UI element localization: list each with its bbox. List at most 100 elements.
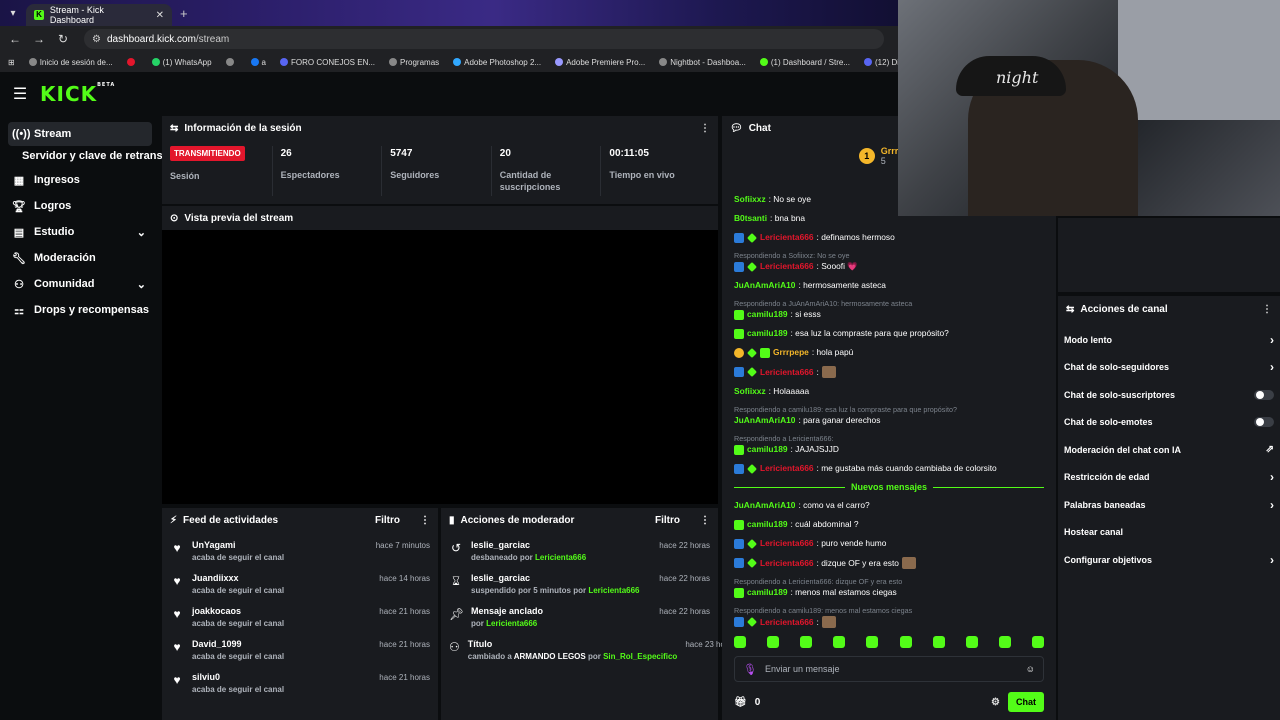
bookmark[interactable]: Adobe Photoshop 2...	[453, 58, 541, 67]
sidebar-item-logros[interactable]: 🏆︎ Logros	[8, 194, 152, 218]
chat-message[interactable]: camilu189: si esss	[734, 309, 1044, 320]
bookmark[interactable]: (1) Dashboard / Stre...	[759, 58, 850, 67]
bookmark[interactable]: (1) WhatsApp	[151, 58, 212, 67]
chat-message[interactable]: Lericienta666: puro vende humo	[734, 538, 1044, 549]
chat-message[interactable]: Lericienta666:	[734, 616, 1044, 628]
emote-icon[interactable]	[965, 636, 978, 648]
emote-icon[interactable]	[800, 636, 813, 648]
bookmark[interactable]: Nightbot - Dashboa...	[659, 58, 746, 67]
chat-message[interactable]: JuAnAmAriA10: hermosamente asteca	[734, 280, 1044, 291]
chat-message[interactable]: camilu189: JAJAJSJJD	[734, 444, 1044, 455]
site-info-icon[interactable]: ⚙	[92, 34, 101, 45]
filter-button[interactable]: Filtro	[375, 515, 400, 526]
emote-icon[interactable]	[833, 636, 846, 648]
chat-message[interactable]: Lericienta666: Sooofi 💗	[734, 261, 1044, 272]
more-options-icon[interactable]: ⋮	[420, 515, 430, 526]
sidebar-item-estudio[interactable]: ▤ Estudio ⌄	[8, 220, 152, 244]
chat-username[interactable]: camilu189	[747, 519, 788, 530]
tab-list-icon[interactable]: ▾	[0, 8, 26, 19]
emote-icon[interactable]	[767, 636, 780, 648]
more-options-icon[interactable]: ⋮	[1262, 304, 1272, 315]
bookmark[interactable]: Adobe Premiere Pro...	[555, 58, 645, 67]
chat-username[interactable]: B0tsanti	[734, 213, 767, 224]
filter-button[interactable]: Filtro	[655, 515, 680, 526]
chat-username[interactable]: Sofiixxz	[734, 386, 766, 397]
emote-icon[interactable]	[734, 636, 746, 648]
chat-message[interactable]: Lericienta666: dizque OF y era esto	[734, 557, 1044, 569]
sidebar-subitem-stream-key[interactable]: Servidor y clave de retransmisión	[22, 150, 198, 162]
action-subscribers-only[interactable]: Chat de solo-suscriptores	[1058, 381, 1280, 409]
emote-icon[interactable]	[866, 636, 879, 648]
forward-icon[interactable]: →	[32, 32, 46, 46]
menu-icon[interactable]: ☰	[0, 84, 40, 104]
toggle-switch[interactable]	[1254, 389, 1274, 400]
chat-send-button[interactable]: Chat	[1008, 692, 1044, 712]
action-emotes-only[interactable]: Chat de solo-emotes	[1058, 409, 1280, 437]
toggle-switch[interactable]	[1254, 417, 1274, 428]
bookmark[interactable]	[126, 58, 138, 66]
chat-message[interactable]: camilu189: cuál abdominal ?	[734, 519, 1044, 530]
chat-username[interactable]: Lericienta666	[760, 558, 814, 569]
close-tab-icon[interactable]: ✕	[156, 10, 164, 21]
chat-message[interactable]: Lericienta666: definamos hermoso	[734, 232, 1044, 243]
more-options-icon[interactable]: ⋮	[700, 123, 710, 134]
action-followers-only[interactable]: Chat de solo-seguidores ›	[1058, 354, 1280, 382]
chat-username[interactable]: Lericienta666	[760, 538, 814, 549]
bookmark[interactable]	[225, 58, 237, 66]
chat-username[interactable]: camilu189	[747, 309, 788, 320]
bookmark[interactable]: Inicio de sesión de...	[28, 58, 113, 67]
chat-message[interactable]: JuAnAmAriA10: para ganar derechos	[734, 415, 1044, 426]
chat-message[interactable]: Sofiixxz: Holaaaaa	[734, 386, 1044, 397]
chat-username[interactable]: Grrrpepe	[773, 347, 809, 358]
chat-username[interactable]: JuAnAmAriA10	[734, 500, 795, 511]
emoji-icon[interactable]: ☺	[1026, 664, 1035, 674]
emote-icon[interactable]	[998, 636, 1011, 648]
chat-username[interactable]: Lericienta666	[760, 463, 814, 474]
url-field[interactable]: ⚙ dashboard.kick.com/stream	[84, 29, 884, 49]
chat-message[interactable]: camilu189: esa luz la compraste para que…	[734, 328, 1044, 339]
gear-icon[interactable]: ⚙	[991, 697, 1000, 708]
chat-username[interactable]: Lericienta666	[760, 617, 814, 628]
sidebar-item-ingresos[interactable]: ▦ Ingresos	[8, 168, 152, 192]
emote-icon[interactable]	[1031, 636, 1044, 648]
bookmark[interactable]: (12) Discord | #gene...	[864, 58, 898, 67]
kick-logo[interactable]: KICKBETA	[40, 82, 115, 106]
back-icon[interactable]: ←	[8, 32, 22, 46]
chat-username[interactable]: Lericienta666	[760, 367, 814, 378]
action-host-channel[interactable]: Hostear canal	[1058, 519, 1280, 547]
sidebar-item-stream[interactable]: ((•)) Stream	[8, 122, 152, 146]
chat-input[interactable]: 🎙︎ Enviar un mensaje ☺	[734, 656, 1044, 682]
chat-message[interactable]: Lericienta666:	[734, 366, 1044, 378]
mic-icon[interactable]: 🎙︎	[743, 663, 757, 676]
action-age-restriction[interactable]: Restricción de edad ›	[1058, 464, 1280, 492]
browser-tab[interactable]: K Stream - Kick Dashboard ✕	[26, 4, 172, 26]
apps-grid-icon[interactable]: ⊞	[8, 58, 15, 67]
chat-username[interactable]: JuAnAmAriA10	[734, 415, 795, 426]
sidebar-item-drops[interactable]: ⚏ Drops y recompensas	[8, 298, 152, 322]
chat-username[interactable]: JuAnAmAriA10	[734, 280, 795, 291]
bookmark[interactable]: FORO CONEJOS EN...	[280, 58, 375, 67]
chat-username[interactable]: camilu189	[747, 587, 788, 598]
more-options-icon[interactable]: ⋮	[700, 515, 710, 526]
gift-icon[interactable]: 🎁︎	[734, 697, 747, 708]
emote-icon[interactable]	[899, 636, 912, 648]
chat-username[interactable]: Lericienta666	[760, 232, 814, 243]
chat-message[interactable]: Grrrpepe: hola papú	[734, 347, 1044, 358]
action-slow-mode[interactable]: Modo lento ›	[1058, 326, 1280, 354]
action-configure-goals[interactable]: Configurar objetivos ›	[1058, 546, 1280, 574]
reload-icon[interactable]: ↻	[56, 32, 70, 46]
chat-username[interactable]: camilu189	[747, 444, 788, 455]
chat-username[interactable]: Lericienta666	[760, 261, 814, 272]
sidebar-item-moderacion[interactable]: 🔧︎ Moderación	[8, 246, 152, 270]
chat-username[interactable]: camilu189	[747, 328, 788, 339]
bookmark[interactable]: Programas	[389, 58, 439, 67]
action-banned-words[interactable]: Palabras baneadas ›	[1058, 491, 1280, 519]
chat-username[interactable]: Sofiixxz	[734, 194, 766, 205]
new-tab-icon[interactable]: +	[180, 6, 188, 21]
bookmark[interactable]: a	[250, 58, 266, 67]
chat-message[interactable]: camilu189: menos mal estamos ciegas	[734, 587, 1044, 598]
action-ai-moderation[interactable]: Moderación del chat con IA ⇗	[1058, 436, 1280, 464]
chat-message[interactable]: Lericienta666: me gustaba más cuando cam…	[734, 463, 1044, 474]
sidebar-item-comunidad[interactable]: ⚇ Comunidad ⌄	[8, 272, 152, 296]
emote-icon[interactable]	[932, 636, 945, 648]
